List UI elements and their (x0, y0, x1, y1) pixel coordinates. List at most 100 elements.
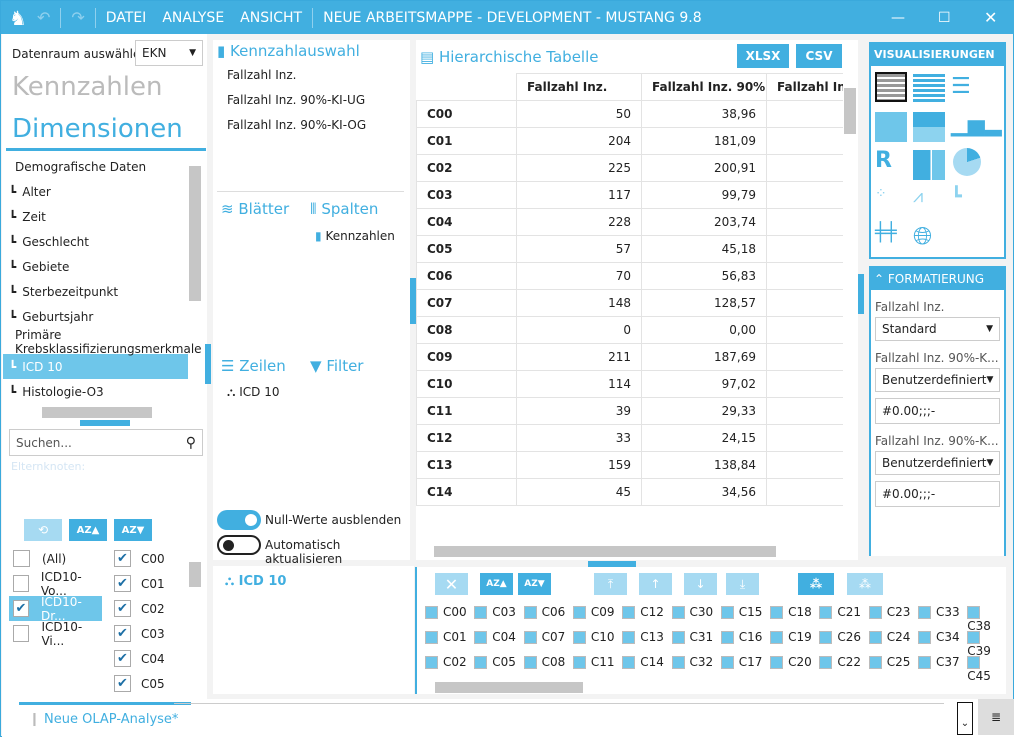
table-hscrollbar[interactable] (434, 546, 776, 557)
checkbox[interactable]: ✔ (114, 675, 131, 692)
member-item[interactable]: ✔ C05 (114, 671, 184, 696)
member-chip[interactable]: C31 (671, 630, 713, 644)
member-chip[interactable]: C02 (425, 655, 467, 669)
member-chip[interactable]: C07 (523, 630, 565, 644)
row-header[interactable]: C13 (416, 451, 517, 479)
spalten-item[interactable]: ▮ Kennzahlen (315, 229, 395, 243)
level-item[interactable]: ✔ ICD10-Dr... (9, 595, 102, 623)
member-chip[interactable]: C22 (819, 655, 861, 669)
checkbox[interactable] (13, 625, 30, 642)
checkbox[interactable]: ✔ (13, 600, 30, 617)
reset-button[interactable]: ⟲ (24, 519, 62, 541)
boxplot-viz-icon[interactable]: ╪╪ (875, 222, 907, 252)
datenraum-select[interactable]: EKN ▼ (135, 40, 203, 66)
member-chip[interactable]: C05 (474, 655, 516, 669)
member-hscrollbar[interactable] (435, 682, 583, 693)
tree-scrollbar[interactable] (189, 166, 201, 301)
row-header[interactable]: C01 (416, 127, 517, 155)
member-chip[interactable]: C30 (671, 605, 713, 619)
favorites-list-button[interactable]: ≣ (978, 699, 1014, 735)
member-chip[interactable]: C18 (770, 605, 812, 619)
member-chip[interactable]: C10 (572, 630, 615, 644)
checkbox[interactable]: ✔ (114, 550, 131, 567)
analysis-tab[interactable]: ❙ Neue OLAP-Analyse* (29, 712, 178, 727)
member-chip[interactable]: C00 (425, 605, 467, 619)
tree-item[interactable]: ┗ Geburtsjahr (3, 304, 188, 329)
member-scrollbar[interactable] (189, 562, 201, 587)
flat-table-viz-icon[interactable] (913, 74, 945, 104)
row-header[interactable]: C06 (416, 262, 517, 290)
stacked-column-viz-icon[interactable] (913, 150, 945, 180)
column-header[interactable]: Fallzahl Inz. 90%... (641, 73, 767, 101)
menu-analyse[interactable]: ANALYSE (162, 10, 224, 26)
tab-dropdown-button[interactable]: ⌄ (957, 702, 973, 735)
member-chip[interactable]: C37 (918, 655, 960, 669)
member-chip[interactable]: C14 (622, 655, 664, 669)
row-header[interactable]: C03 (416, 181, 517, 209)
format-select[interactable]: Benutzerdefiniert ▼ (875, 451, 1000, 475)
member-chip[interactable]: C13 (622, 630, 664, 644)
zeilen-item[interactable]: ⛬ ICD 10 (227, 385, 279, 400)
maximize-button[interactable]: ☐ (938, 10, 951, 26)
formatierung-heading[interactable]: ⌃ FORMATIERUNG (871, 268, 1004, 290)
r-viz-icon[interactable]: R (875, 148, 907, 178)
column-header[interactable]: Fallzahl Inz. (766, 73, 843, 101)
tree-item[interactable]: ┗ Geschlecht (3, 229, 188, 254)
row-header[interactable]: C11 (416, 397, 517, 425)
member-chip[interactable]: C24 (868, 630, 910, 644)
auto-refresh-toggle[interactable] (217, 535, 261, 555)
move-bottom-button[interactable]: ⤓ (726, 573, 759, 595)
collapse-handle[interactable] (80, 420, 130, 426)
row-header[interactable]: C09 (416, 343, 517, 371)
member-chip[interactable]: C25 (868, 655, 910, 669)
measure-item[interactable]: Fallzahl Inz. 90%-KI-OG (227, 118, 366, 143)
row-header[interactable]: C00 (416, 100, 517, 128)
level-item[interactable]: ICD10-Vo... (9, 570, 102, 598)
tab-kennzahlen[interactable]: Kennzahlen (12, 72, 162, 102)
member-chip[interactable]: C15 (720, 605, 762, 619)
minimize-button[interactable]: — (891, 10, 905, 26)
member-chip[interactable]: C06 (523, 605, 565, 619)
collapse-icon[interactable]: ⌃ (874, 272, 884, 286)
member-chip[interactable]: C34 (918, 630, 960, 644)
member-chip[interactable]: C23 (868, 605, 910, 619)
member-chip[interactable]: C12 (622, 605, 664, 619)
row-header[interactable]: C12 (416, 424, 517, 452)
tree-item[interactable]: Primäre Krebsklassifizierungsmerkmale (3, 328, 202, 356)
member-chip[interactable]: C20 (770, 655, 812, 669)
member-chip[interactable]: C21 (819, 605, 861, 619)
menu-datei[interactable]: DATEI (106, 10, 147, 26)
member-chip[interactable]: C17 (720, 655, 762, 669)
tree-item[interactable]: ┗ Gebiete (3, 254, 188, 279)
table-viz-icon[interactable] (875, 72, 907, 102)
member-chip[interactable]: C33 (918, 605, 960, 619)
member-item[interactable]: ✔ C04 (114, 646, 184, 671)
checkbox[interactable] (13, 575, 29, 592)
clear-button[interactable]: ✕ (435, 573, 468, 595)
member-item[interactable]: ✔ C01 (114, 571, 184, 596)
format-select[interactable]: Benutzerdefiniert ▼ (875, 368, 1000, 392)
tree-item[interactable]: ┗ Alter (3, 179, 188, 204)
member-chip[interactable]: C04 (474, 630, 516, 644)
tab-dimensionen[interactable]: Dimensionen (12, 114, 183, 144)
close-button[interactable]: ✕ (984, 8, 997, 27)
format-pattern-input[interactable]: #0.00;;;- (875, 398, 1000, 424)
row-header[interactable]: C10 (416, 370, 517, 398)
row-header[interactable]: C05 (416, 235, 517, 263)
menu-ansicht[interactable]: ANSICHT (240, 10, 302, 26)
scatter-viz-icon[interactable]: ⁘ (875, 186, 907, 216)
member-chip[interactable]: C32 (671, 655, 713, 669)
checkbox[interactable]: ✔ (114, 625, 131, 642)
member-chip[interactable]: C38 (967, 605, 1006, 633)
redo-icon[interactable]: ↷ (71, 8, 84, 27)
line-chart-viz-icon[interactable]: ⩘ (913, 186, 945, 216)
format-pattern-input[interactable]: #0.00;;;- (875, 481, 1000, 507)
member-sort-asc-button[interactable]: AZ▲ (480, 573, 513, 595)
add-group-button[interactable]: ⁂ (798, 573, 834, 595)
move-top-button[interactable]: ⤒ (594, 573, 627, 595)
checkbox[interactable] (13, 550, 30, 567)
member-chip[interactable]: C26 (819, 630, 861, 644)
checkbox[interactable]: ✔ (114, 600, 131, 617)
format-select[interactable]: Standard ▼ (875, 317, 1000, 341)
null-values-toggle[interactable] (217, 510, 261, 530)
